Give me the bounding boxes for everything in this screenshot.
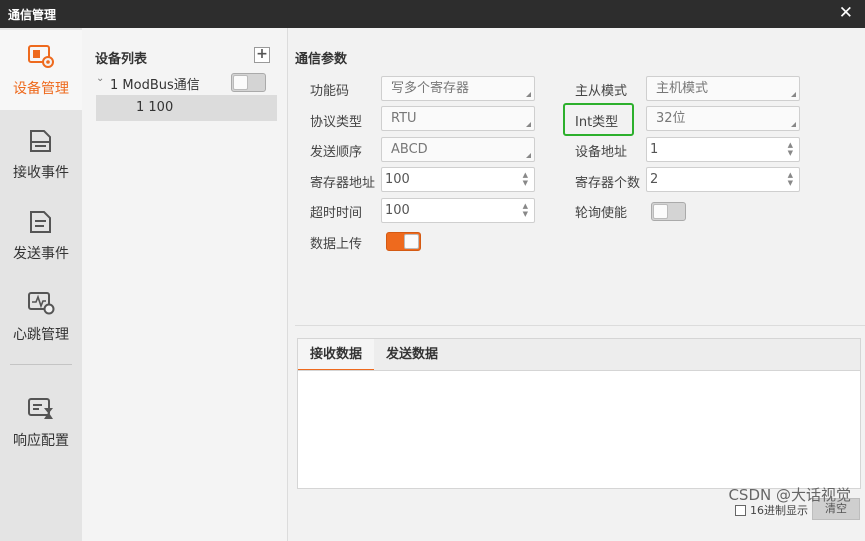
register-address-label: 寄存器地址 — [310, 176, 376, 191]
checkbox-icon[interactable] — [735, 505, 746, 516]
sidebar-item-heartbeat[interactable]: 心跳管理 — [0, 276, 82, 356]
int-type-value: 32位 — [656, 111, 686, 126]
sidebar-item-label: 响应配置 — [13, 433, 69, 449]
sidebar-item-label: 发送事件 — [13, 246, 69, 262]
polling-label: 轮询使能 — [575, 206, 628, 221]
hex-display-label: 16进制显示 — [750, 504, 808, 517]
int-type-select[interactable]: 32位 — [646, 106, 800, 131]
response-config-icon — [28, 398, 53, 419]
receive-event-icon — [30, 130, 51, 152]
function-code-label: 功能码 — [310, 84, 350, 99]
title-bar: 通信管理 ✕ — [0, 0, 865, 28]
int-type-label: Int类型 — [575, 115, 619, 130]
spinner-icon[interactable]: ▲ ▼ — [523, 202, 528, 218]
sidebar-item-receive-event[interactable]: 接收事件 — [0, 114, 82, 194]
master-slave-value: 主机模式 — [656, 81, 709, 96]
add-device-button[interactable]: + — [254, 47, 270, 63]
section-divider — [295, 325, 865, 326]
master-slave-label: 主从模式 — [575, 84, 628, 99]
protocol-value: RTU — [391, 111, 417, 126]
master-slave-select[interactable]: 主机模式 — [646, 76, 800, 101]
device-address-input[interactable]: 1 ▲ ▼ — [646, 137, 800, 162]
register-count-input[interactable]: 2 ▲ ▼ — [646, 167, 800, 192]
polling-toggle[interactable] — [651, 202, 686, 221]
spinner-icon[interactable]: ▲ ▼ — [788, 171, 793, 187]
sidebar-item-label: 设备管理 — [13, 81, 69, 97]
sidebar-item-label: 心跳管理 — [13, 327, 69, 343]
register-count-value: 2 — [650, 172, 659, 187]
heartbeat-icon — [28, 292, 55, 315]
params-title: 通信参数 — [295, 52, 348, 67]
device-node-name: 1 ModBus通信 — [110, 78, 200, 93]
timeout-input[interactable]: 100 ▲ ▼ — [381, 198, 535, 223]
send-order-value: ABCD — [391, 142, 428, 157]
upload-toggle[interactable] — [386, 232, 421, 251]
spinner-icon[interactable]: ▲ ▼ — [523, 171, 528, 187]
sidebar-divider — [10, 364, 72, 365]
window-title: 通信管理 — [8, 8, 57, 22]
sidebar: 设备管理 接收事件 发送事件 心跳管理 响应配置 — [0, 28, 82, 541]
protocol-label: 协议类型 — [310, 115, 363, 130]
sidebar-item-device-management[interactable]: 设备管理 — [0, 30, 82, 110]
function-code-value: 写多个寄存器 — [391, 81, 470, 96]
device-tree-node[interactable]: ⌄ 1 ModBus通信 — [96, 72, 286, 94]
protocol-select[interactable]: RTU — [381, 106, 535, 131]
function-code-select[interactable]: 写多个寄存器 — [381, 76, 535, 101]
send-order-select[interactable]: ABCD — [381, 137, 535, 162]
timeout-value: 100 — [385, 203, 410, 218]
device-tree-child[interactable]: 1 100 — [96, 95, 277, 121]
sidebar-item-response-config[interactable]: 响应配置 — [0, 382, 82, 462]
device-list-panel: 设备列表 + ⌄ 1 ModBus通信 1 100 — [82, 28, 288, 541]
tab-send-data[interactable]: 发送数据 — [374, 339, 450, 371]
register-count-label: 寄存器个数 — [575, 176, 641, 191]
send-event-icon — [30, 211, 51, 233]
device-child-label: 1 100 — [136, 100, 174, 115]
device-address-label: 设备地址 — [575, 145, 628, 160]
device-list-title: 设备列表 — [95, 52, 148, 67]
timeout-label: 超时时间 — [310, 206, 363, 221]
data-display-area[interactable] — [297, 370, 861, 489]
register-address-value: 100 — [385, 172, 410, 187]
device-enable-toggle[interactable] — [231, 73, 266, 92]
device-management-icon — [28, 45, 54, 68]
main-panel: 通信参数 功能码 写多个寄存器 协议类型 RTU 发送顺序 ABCD 寄存器地址… — [289, 28, 865, 541]
spinner-icon[interactable]: ▲ ▼ — [788, 141, 793, 157]
tab-receive-data[interactable]: 接收数据 — [298, 339, 374, 371]
device-address-value: 1 — [650, 142, 659, 157]
chevron-down-icon[interactable]: ⌄ — [96, 73, 104, 84]
sidebar-item-send-event[interactable]: 发送事件 — [0, 195, 82, 275]
upload-label: 数据上传 — [310, 237, 363, 252]
register-address-input[interactable]: 100 ▲ ▼ — [381, 167, 535, 192]
close-icon[interactable]: ✕ — [839, 3, 853, 23]
data-tabs: 接收数据 发送数据 — [297, 338, 861, 371]
send-order-label: 发送顺序 — [310, 145, 363, 160]
watermark: CSDN @大话视觉 — [728, 486, 851, 504]
sidebar-item-label: 接收事件 — [13, 165, 69, 181]
